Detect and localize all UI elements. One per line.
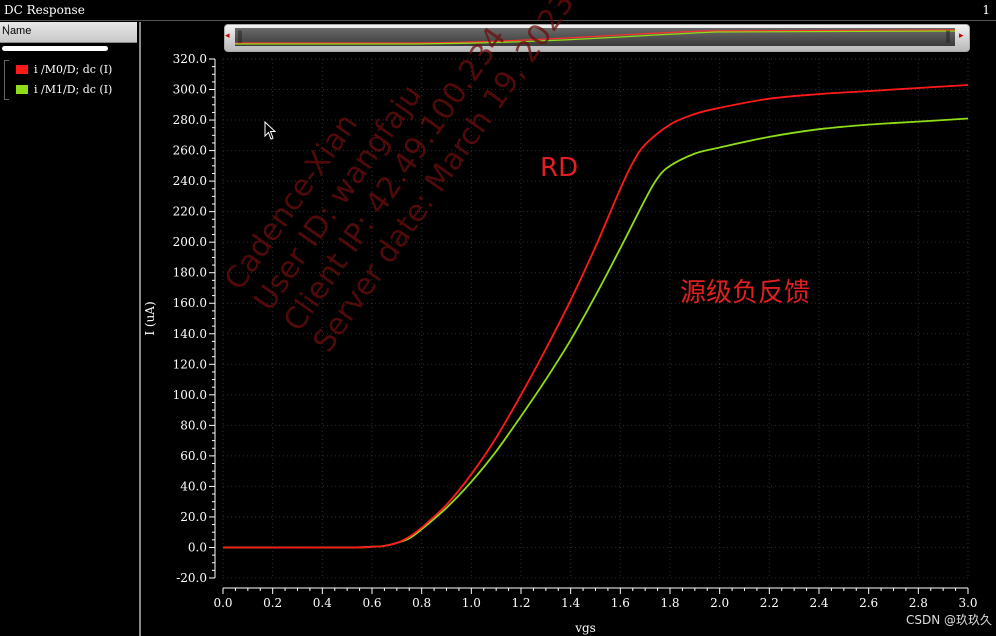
y-tick-label: 120.0 (173, 357, 207, 371)
y-tick-label: -20.0 (176, 571, 207, 585)
y-tick-label: 40.0 (180, 479, 207, 493)
x-tick-label: 0.0 (213, 596, 232, 610)
y-tick-label: 220.0 (173, 205, 207, 219)
y-tick-label: 20.0 (180, 510, 207, 524)
x-tick-label: 0.6 (362, 596, 381, 610)
annotation-feedback: 源级负反馈 (680, 278, 810, 308)
credit-text: CSDN @玖玖久 (905, 613, 992, 627)
y-tick-label: 140.0 (173, 327, 207, 341)
x-tick-label: 2.8 (909, 596, 928, 610)
x-tick-label: 1.4 (561, 596, 580, 610)
x-tick-label: 2.4 (809, 596, 828, 610)
dc-response-chart[interactable]: Cadence-XianUser ID: wangfajuClient IP: … (0, 0, 996, 636)
x-tick-label: 1.8 (660, 596, 679, 610)
y-tick-label: 300.0 (173, 83, 207, 97)
y-tick-label: 60.0 (180, 449, 207, 463)
y-axis-label: I (uA) (143, 301, 157, 335)
y-tick-label: 260.0 (173, 144, 207, 158)
y-tick-label: 320.0 (173, 52, 207, 66)
y-tick-label: 0.0 (188, 540, 207, 554)
y-tick-label: 180.0 (173, 266, 207, 280)
x-tick-label: 0.8 (412, 596, 431, 610)
x-tick-label: 1.6 (611, 596, 630, 610)
x-tick-label: 2.6 (859, 596, 878, 610)
mouse-cursor-icon (264, 121, 277, 140)
x-tick-label: 2.0 (710, 596, 729, 610)
y-tick-label: 240.0 (173, 174, 207, 188)
x-tick-label: 0.2 (263, 596, 282, 610)
y-tick-label: 100.0 (173, 388, 207, 402)
y-tick-label: 160.0 (173, 296, 207, 310)
x-tick-label: 2.2 (760, 596, 779, 610)
x-tick-label: 3.0 (958, 596, 977, 610)
x-axis-label: vgs (574, 621, 596, 635)
y-tick-label: 200.0 (173, 235, 207, 249)
x-tick-label: 0.4 (313, 596, 332, 610)
y-tick-label: 280.0 (173, 113, 207, 127)
y-tick-label: 80.0 (180, 418, 207, 432)
x-tick-label: 1.0 (462, 596, 481, 610)
x-tick-label: 1.2 (511, 596, 530, 610)
annotation-rd: RD (540, 153, 578, 183)
